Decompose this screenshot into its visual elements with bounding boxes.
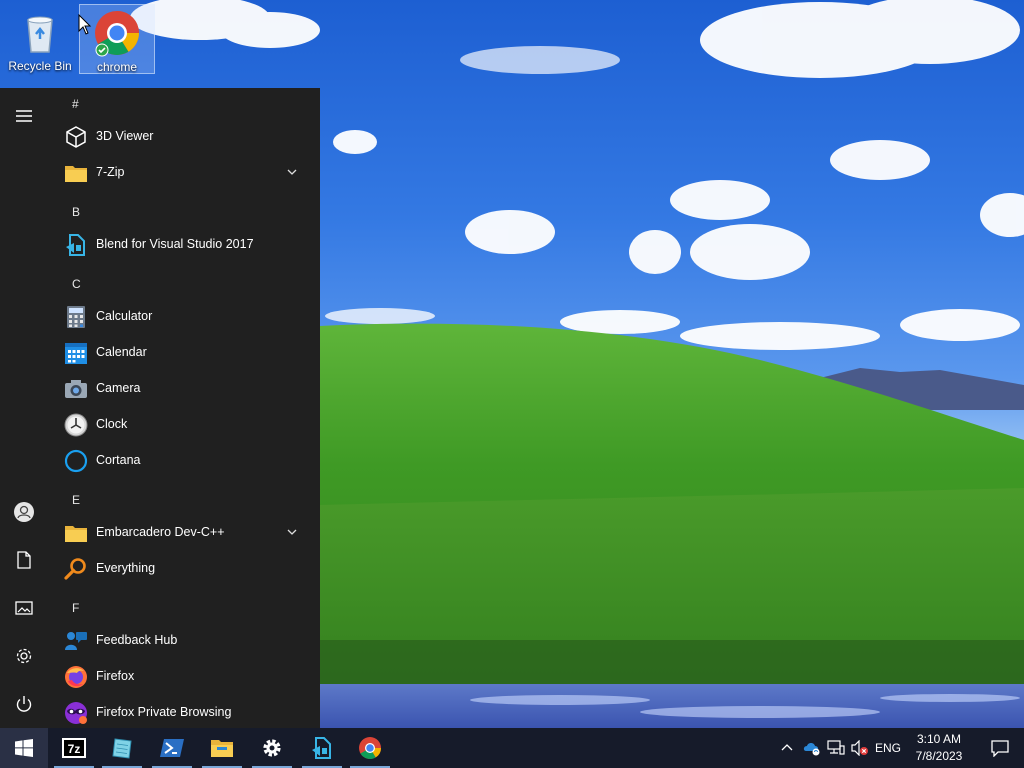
documents-button[interactable] xyxy=(0,536,48,584)
folder-icon xyxy=(65,526,87,542)
7zip-icon: 7z xyxy=(62,738,86,758)
app-calculator[interactable]: Calculator xyxy=(48,299,320,335)
app-name: Embarcadero Dev-C++ xyxy=(96,525,225,539)
app-name: Clock xyxy=(96,417,128,431)
power-button[interactable] xyxy=(0,680,48,728)
chevron-down-icon[interactable] xyxy=(286,526,298,538)
network-icon xyxy=(827,740,845,755)
feedback-hub-icon xyxy=(65,632,87,650)
calendar-icon xyxy=(65,343,87,364)
app-name: Calendar xyxy=(96,345,147,359)
app-cortana[interactable]: Cortana xyxy=(48,443,320,479)
file-explorer-icon xyxy=(211,740,233,757)
start-icon xyxy=(15,739,33,757)
taskbar-notepad[interactable] xyxy=(98,728,146,768)
expand-menu-button[interactable] xyxy=(0,92,48,140)
tray-network[interactable] xyxy=(824,728,848,768)
app-folder-embarcadero[interactable]: Embarcadero Dev-C++ xyxy=(48,515,320,551)
section-header-e[interactable]: E xyxy=(72,493,80,507)
section-header-b[interactable]: B xyxy=(72,205,80,219)
section-header-f[interactable]: F xyxy=(72,601,79,615)
powershell-icon xyxy=(160,739,184,757)
3d-viewer-icon xyxy=(66,126,86,148)
clock-date: 7/8/2023 xyxy=(915,749,963,763)
app-blend[interactable]: Blend for Visual Studio 2017 xyxy=(48,227,320,263)
app-folder-7zip[interactable]: 7-Zip xyxy=(48,155,320,191)
app-firefox[interactable]: Firefox xyxy=(48,659,320,695)
app-name: Firefox Private Browsing xyxy=(96,705,232,719)
app-feedback-hub[interactable]: Feedback Hub xyxy=(48,623,320,659)
app-camera[interactable]: Camera xyxy=(48,371,320,407)
settings-button[interactable] xyxy=(0,632,48,680)
app-list: # 3D Viewer 7-Zip B Blend for Visual Stu… xyxy=(48,88,320,728)
notifications-icon xyxy=(991,740,1009,757)
calculator-icon xyxy=(67,306,85,328)
chevron-down-icon[interactable] xyxy=(286,166,298,178)
blend-icon xyxy=(312,737,331,759)
chrome-icon xyxy=(359,737,381,759)
camera-icon xyxy=(65,380,87,398)
cortana-icon xyxy=(64,449,88,473)
clock-time: 3:10 AM xyxy=(916,732,962,746)
section-header-hash[interactable]: # xyxy=(72,97,79,111)
pictures-icon xyxy=(15,601,33,615)
app-name: Blend for Visual Studio 2017 xyxy=(96,237,254,251)
taskbar-settings[interactable] xyxy=(248,728,296,768)
desktop-icon-recycle-bin[interactable]: Recycle Bin xyxy=(2,4,78,74)
clock[interactable]: 3:10 AM 7/8/2023 xyxy=(904,731,974,765)
start-menu-rail xyxy=(0,88,48,728)
taskbar-blend[interactable] xyxy=(298,728,346,768)
app-clock[interactable]: Clock xyxy=(48,407,320,443)
app-name: Camera xyxy=(96,381,141,395)
recycle-bin-icon xyxy=(27,16,53,53)
folder-icon xyxy=(65,166,87,182)
taskbar-file-explorer[interactable] xyxy=(198,728,246,768)
firefox-icon xyxy=(65,666,87,688)
desktop-icon-label: chrome xyxy=(96,60,137,74)
app-name: 7-Zip xyxy=(96,165,125,179)
section-header-c[interactable]: C xyxy=(72,277,81,291)
tray-volume[interactable] xyxy=(848,728,872,768)
input-language[interactable]: ENG xyxy=(872,728,904,768)
app-name: Everything xyxy=(96,561,156,575)
app-name: Feedback Hub xyxy=(96,633,178,647)
chrome-icon xyxy=(95,11,139,57)
start-menu: # 3D Viewer 7-Zip B Blend for Visual Stu… xyxy=(0,88,320,728)
start-button[interactable] xyxy=(0,728,48,768)
user-account-button[interactable] xyxy=(0,488,48,536)
desktop-icon-label: Recycle Bin xyxy=(8,59,72,73)
app-firefox-private[interactable]: Firefox Private Browsing xyxy=(48,695,320,728)
mouse-cursor-icon xyxy=(78,14,92,35)
app-name: Calculator xyxy=(96,309,153,323)
blend-icon xyxy=(66,234,85,256)
app-everything[interactable]: Everything xyxy=(48,551,320,587)
taskbar: 7z ENG 3:10 AM 7/8/2023 xyxy=(0,728,1024,768)
app-name: Firefox xyxy=(96,669,135,683)
user-icon xyxy=(14,502,34,522)
volume-muted-icon xyxy=(851,740,868,756)
pictures-button[interactable] xyxy=(0,584,48,632)
taskbar-powershell[interactable] xyxy=(148,728,196,768)
app-3d-viewer[interactable]: 3D Viewer xyxy=(48,119,320,155)
settings-icon xyxy=(16,648,32,664)
taskbar-7zip[interactable]: 7z xyxy=(50,728,98,768)
svg-text:7z: 7z xyxy=(68,742,81,756)
app-name: Cortana xyxy=(96,453,141,467)
firefox-private-icon xyxy=(65,702,87,724)
app-calendar[interactable]: Calendar xyxy=(48,335,320,371)
settings-icon xyxy=(263,739,281,757)
everything-search-icon xyxy=(64,558,86,580)
taskbar-chrome[interactable] xyxy=(346,728,394,768)
notepad-icon xyxy=(112,738,132,759)
power-icon xyxy=(16,696,32,712)
onedrive-sync-icon xyxy=(803,743,820,756)
hamburger-icon xyxy=(16,110,32,122)
chevron-up-icon xyxy=(781,744,793,751)
documents-icon xyxy=(17,551,31,569)
app-name: 3D Viewer xyxy=(96,129,154,143)
clock-icon xyxy=(64,413,88,437)
action-center-button[interactable] xyxy=(976,728,1024,768)
tray-onedrive[interactable] xyxy=(800,728,824,768)
show-hidden-icons-button[interactable] xyxy=(776,728,798,768)
